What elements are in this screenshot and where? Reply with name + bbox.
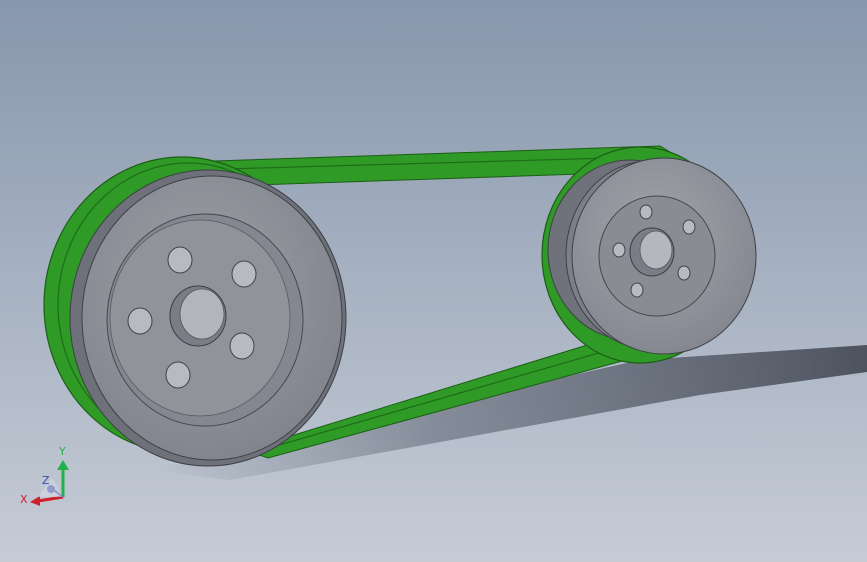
large-pulley[interactable] [69, 169, 347, 467]
triad-z-label: Z [42, 474, 50, 487]
bolt-hole [231, 260, 257, 288]
triad-x-label: X [20, 493, 28, 506]
bolt-hole [677, 265, 691, 281]
bolt-hole [229, 332, 255, 360]
bolt-hole [165, 361, 191, 389]
bolt-hole [167, 246, 193, 274]
bolt-hole [127, 307, 153, 335]
cad-graphics-viewport[interactable]: Y X Z [0, 0, 867, 562]
small-pulley-bore-inner [639, 230, 673, 270]
triad-y-label: Y [58, 445, 66, 458]
assembly-scene[interactable]: Y X Z [0, 0, 867, 562]
bolt-hole [639, 204, 653, 220]
bolt-hole [682, 219, 696, 235]
bolt-hole [630, 282, 644, 298]
large-pulley-bore-inner [179, 288, 225, 340]
bolt-hole [612, 242, 626, 258]
